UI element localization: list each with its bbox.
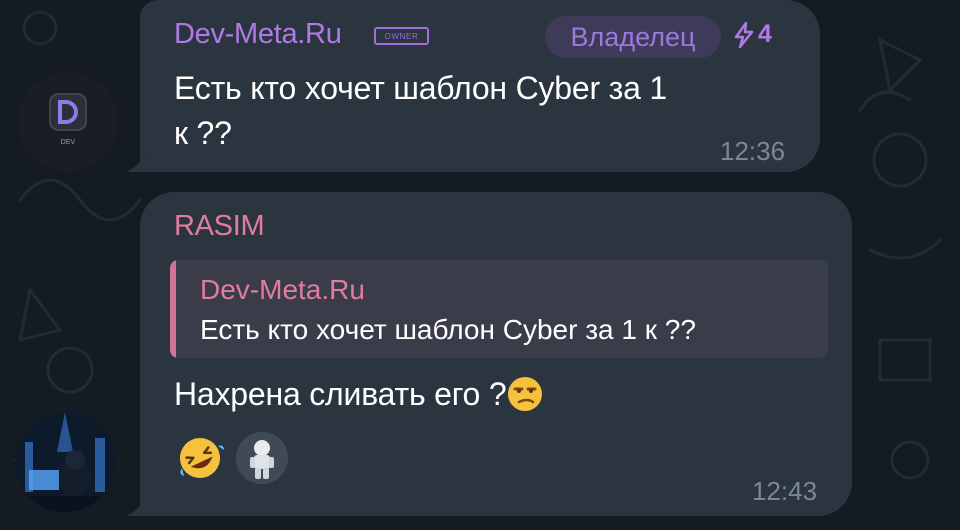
sender-name[interactable]: Dev-Meta.Ru [174,18,342,51]
avatar-dev-meta[interactable]: DEV [18,72,118,172]
hacker-avatar-image [15,412,115,512]
avatar-label: DEV [61,139,76,146]
bubble-tail [126,150,148,172]
message-text-line-1: Есть кто хочет шаблон Cyber за 1 [174,70,667,106]
avatar-rasim[interactable] [15,412,115,512]
bubble-tail [126,494,148,516]
reply-author: Dev-Meta.Ru [200,274,365,305]
boost-count: 4 [758,20,772,48]
reactions-row [174,432,298,484]
rolling-on-floor-laughing-icon [180,438,224,478]
message-text: Нахрена сливать его ? [174,372,544,417]
dev-logo-icon: DEV [49,93,87,146]
message-text-line-2: к ?? [174,115,232,151]
reply-text: Есть кто хочет шаблон Cyber за 1 к ?? [200,314,696,345]
reply-quote[interactable]: Dev-Meta.Ru Есть кто хочет шаблон Cyber … [170,260,828,358]
lightning-icon [734,21,754,48]
message-text-content: Нахрена сливать его ? [174,376,507,412]
message-time: 12:36 [720,136,786,166]
astronaut-sticker-icon [236,432,288,484]
message-time: 12:43 [752,476,818,506]
reaction-astronaut[interactable] [236,432,288,484]
unamused-face-icon [508,377,543,411]
reaction-rolling-laughing[interactable] [174,432,226,484]
reply-accent-bar [170,260,176,358]
sender-name[interactable]: RASIM [174,210,265,243]
owner-tag: OWNER [374,27,429,45]
role-badge: Владелец [545,16,721,58]
boost-indicator: 4 [732,20,772,49]
